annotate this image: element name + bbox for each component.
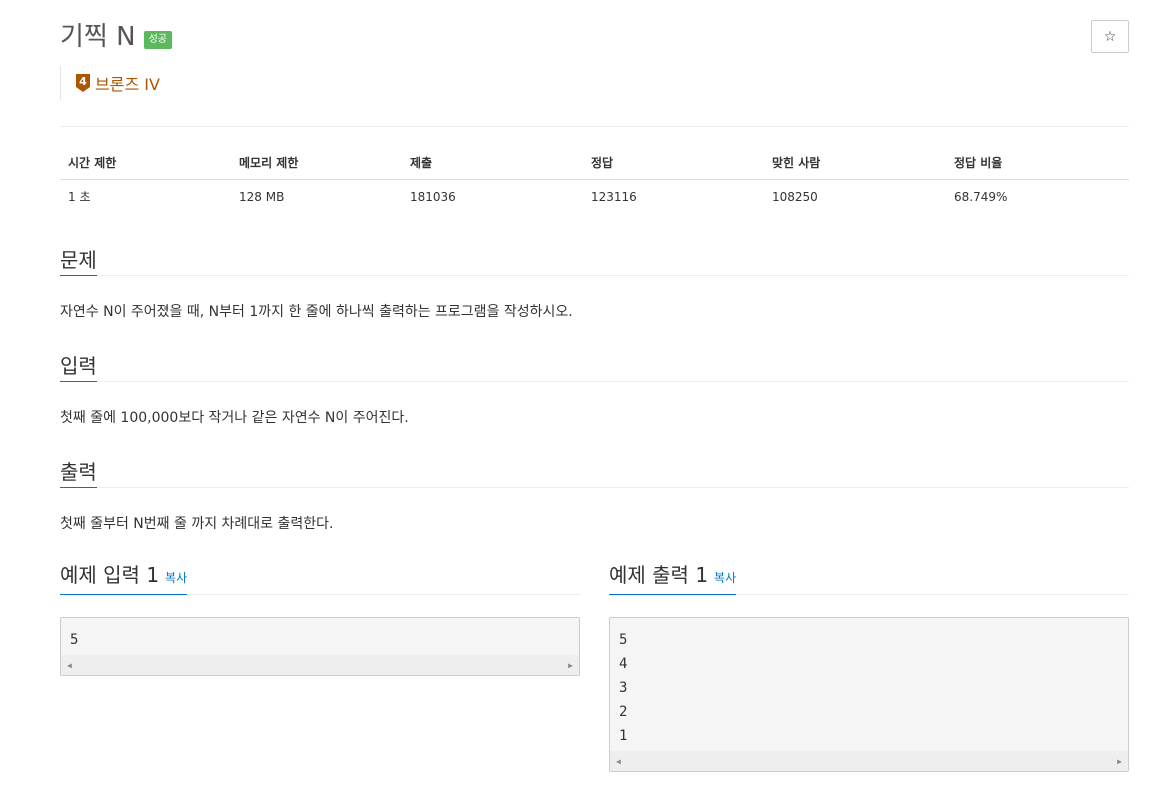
sample-input-box[interactable]: 5 ◀ ▶ [60,617,580,676]
header-submissions: 제출 [402,146,583,180]
sample-output-section: 예제 출력 1 복사 5 4 3 2 1 ◀ ▶ [609,559,1129,772]
section-heading-output: 출력 [60,457,97,488]
header-memory-limit: 메모리 제한 [231,146,402,180]
scroll-left-icon[interactable]: ◀ [67,661,72,670]
sample-heading-wrap: 예제 입력 1 복사 [60,559,188,595]
sample-output-line: 4 [619,656,628,672]
favorite-button[interactable]: ☆ [1091,20,1129,53]
sample-output-lines: 5 4 3 2 1 [610,618,1128,748]
tier-label: 브론즈 IV [95,75,160,94]
scroll-right-icon[interactable]: ▶ [568,661,573,670]
sample-output-line: 5 [619,632,628,648]
copy-sample-output-button[interactable]: 복사 [714,571,736,585]
sample-output-line: 1 [619,728,628,744]
sample-output-box[interactable]: 5 4 3 2 1 ◀ ▶ [609,617,1129,772]
value-accept-ratio: 68.749% [954,189,1008,204]
sample-heading-wrap: 예제 출력 1 복사 [609,559,737,595]
description-section: 문제 자연수 N이 주어졌을 때, N부터 1까지 한 줄에 하나씩 출력하는 … [60,244,1129,322]
header-solvers: 맞힌 사람 [764,146,946,180]
problem-info-table: 시간 제한 메모리 제한 제출 정답 맞힌 사람 정답 비율 1 초 128 M… [60,146,1129,214]
sample-output-heading: 예제 출력 1 [609,563,709,587]
sample-input-lines: 5 [61,618,579,652]
header-time-limit: 시간 제한 [60,146,231,180]
horizontal-scrollbar[interactable]: ◀ ▶ [610,751,1128,771]
value-accepted[interactable]: 123116 [583,180,764,214]
section-heading-description: 문제 [60,245,97,276]
output-section: 출력 첫째 줄부터 N번째 줄 까지 차례대로 출력한다. [60,456,1129,534]
sample-header: 예제 입력 1 복사 [60,559,580,595]
header-accept-ratio: 정답 비율 [946,146,1129,180]
star-icon: ☆ [1103,28,1117,45]
table-row: 1 초 128 MB 181036 123116 108250 68.749% [60,180,1129,214]
section-header: 입력 [60,350,1129,382]
divider [60,126,1129,127]
description-text: 자연수 N이 주어졌을 때, N부터 1까지 한 줄에 하나씩 출력하는 프로그… [60,304,573,320]
problem-header: 기찍 N 성공 [60,20,172,54]
sample-input-heading: 예제 입력 1 [60,563,160,587]
value-memory-limit: 128 MB [239,189,285,204]
header-accepted: 정답 [583,146,764,180]
bronze-tier-icon: 4 [76,74,90,92]
scroll-right-icon[interactable]: ▶ [1117,757,1122,766]
page-title: 기찍 N [60,22,136,52]
value-time-limit: 1 초 [68,190,91,205]
section-heading-input: 입력 [60,351,97,382]
value-submissions[interactable]: 181036 [402,180,583,214]
sample-header: 예제 출력 1 복사 [609,559,1129,595]
sample-output-line: 2 [619,704,628,720]
section-header: 출력 [60,456,1129,488]
copy-sample-input-button[interactable]: 복사 [165,571,187,585]
sample-input-section: 예제 입력 1 복사 5 ◀ ▶ [60,559,580,676]
sample-input-line: 5 [70,632,79,648]
section-header: 문제 [60,244,1129,276]
status-badge: 성공 [143,31,172,49]
input-text: 첫째 줄에 100,000보다 작거나 같은 자연수 N이 주어진다. [60,410,409,426]
value-solvers[interactable]: 108250 [764,180,946,214]
tier-link[interactable]: 4 브론즈 IV [60,66,160,100]
input-section: 입력 첫째 줄에 100,000보다 작거나 같은 자연수 N이 주어진다. [60,350,1129,428]
output-text: 첫째 줄부터 N번째 줄 까지 차례대로 출력한다. [60,516,334,532]
sample-output-line: 3 [619,680,628,696]
horizontal-scrollbar[interactable]: ◀ ▶ [61,655,579,675]
scroll-left-icon[interactable]: ◀ [616,757,621,766]
svg-text:4: 4 [79,75,87,88]
table-header-row: 시간 제한 메모리 제한 제출 정답 맞힌 사람 정답 비율 [60,146,1129,180]
